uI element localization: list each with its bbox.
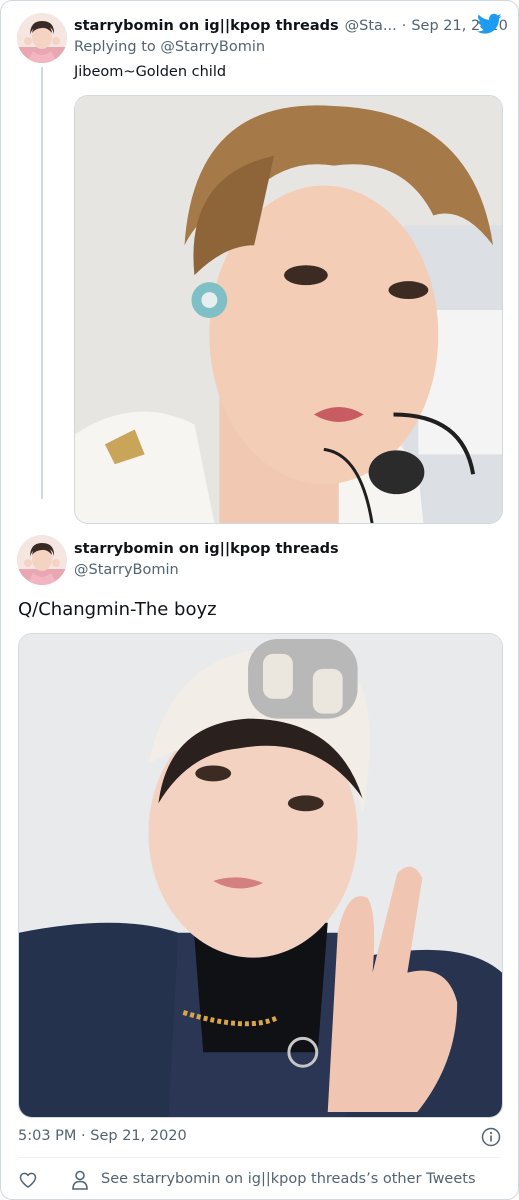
main-tweet-text: Q/Changmin-The boyz bbox=[18, 599, 217, 620]
parent-tweet-text: Jibeom~Golden child bbox=[74, 64, 227, 80]
parent-avatar[interactable] bbox=[17, 13, 67, 63]
main-timestamp[interactable]: 5:03 PM · Sep 21, 2020 bbox=[18, 1128, 187, 1144]
parent-display-name[interactable]: starrybomin on ig||kpop threads bbox=[74, 18, 339, 34]
parent-tweet-photo[interactable] bbox=[74, 95, 503, 524]
main-handle[interactable]: @StarryBomin bbox=[74, 562, 179, 578]
person-icon bbox=[72, 1170, 88, 1190]
main-display-name[interactable]: starrybomin on ig||kpop threads bbox=[74, 541, 339, 557]
header-separator: · bbox=[401, 18, 407, 34]
replying-to-label[interactable]: Replying to @StarryBomin bbox=[74, 39, 265, 55]
embedded-tweet-card: starrybomin on ig||kpop threads @Sta... … bbox=[0, 0, 519, 1200]
other-tweets-link[interactable]: See starrybomin on ig||kpop threads’s ot… bbox=[101, 1171, 476, 1187]
footer-divider bbox=[18, 1157, 501, 1158]
thread-connector-line bbox=[41, 67, 43, 499]
heart-icon[interactable] bbox=[18, 1170, 38, 1190]
twitter-bird-icon[interactable] bbox=[477, 13, 502, 35]
main-avatar[interactable] bbox=[17, 535, 67, 585]
parent-tweet-header: starrybomin on ig||kpop threads @Sta... … bbox=[74, 15, 508, 37]
parent-handle[interactable]: @Sta... bbox=[345, 18, 397, 34]
main-tweet-photo[interactable] bbox=[18, 633, 503, 1118]
info-icon[interactable] bbox=[481, 1127, 501, 1147]
